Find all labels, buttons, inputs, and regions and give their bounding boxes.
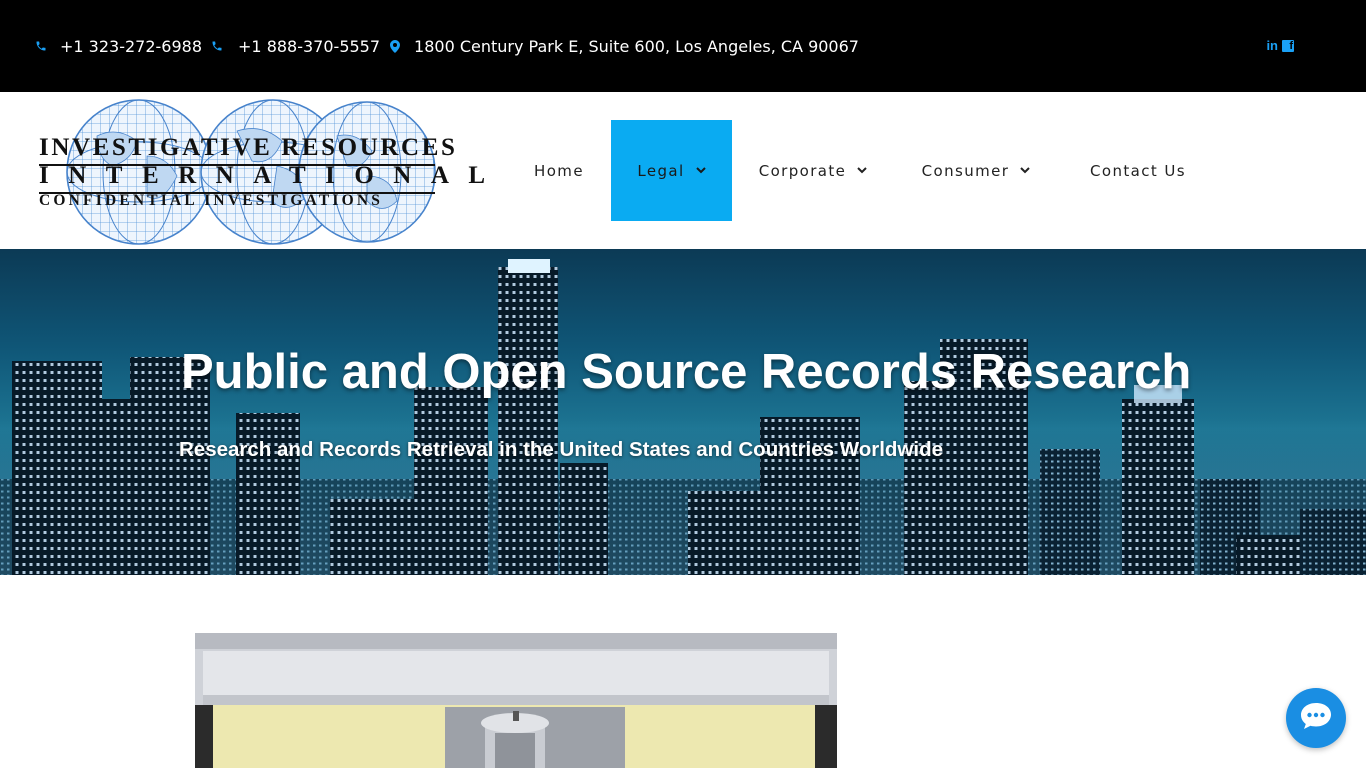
site-logo[interactable]: Investigative Resources International Co… [37, 96, 485, 246]
phone-icon [34, 40, 48, 52]
phone-primary[interactable]: +1 323-272-6988 [34, 37, 202, 56]
chevron-down-icon [695, 167, 706, 174]
main-navigation: Home Legal Corporate Consumer Contact Us [512, 120, 1212, 221]
social-links: in f [1266, 39, 1294, 53]
logo-line-2: International [39, 162, 505, 189]
hero-banner: Public and Open Source Records Research … [0, 249, 1366, 575]
map-marker-icon [388, 39, 402, 53]
page-title: Public and Open Source Records Research [181, 345, 1192, 399]
nav-item-home[interactable]: Home [512, 120, 606, 221]
chat-bubble-icon [1299, 701, 1333, 736]
logo-line-1: Investigative Resources [39, 134, 458, 161]
facebook-icon[interactable]: f [1282, 40, 1294, 52]
phone-tollfree-text: +1 888-370-5557 [238, 36, 381, 56]
chevron-down-icon [857, 167, 868, 174]
nav-item-contact-us[interactable]: Contact Us [1064, 120, 1212, 221]
logo-line-3: Confidential Investigations [39, 192, 384, 209]
phone-primary-text: +1 323-272-6988 [60, 36, 203, 56]
linkedin-icon[interactable]: in [1266, 39, 1278, 53]
address-text: 1800 Century Park E, Suite 600, Los Ange… [414, 36, 859, 56]
nav-item-consumer[interactable]: Consumer [894, 120, 1058, 221]
nav-item-label: Corporate [758, 161, 847, 180]
phone-tollfree[interactable]: +1 888-370-5557 [210, 37, 380, 56]
site-header: Investigative Resources International Co… [0, 92, 1366, 249]
city-skyline-background [0, 259, 1366, 575]
nav-item-label: Consumer [921, 161, 1010, 180]
nav-item-legal[interactable]: Legal [611, 120, 732, 221]
phone-icon [210, 40, 224, 52]
nav-item-label: Home [534, 161, 584, 180]
nav-item-label: Contact Us [1090, 161, 1186, 180]
nav-item-label: Legal [637, 161, 685, 180]
office-address[interactable]: 1800 Century Park E, Suite 600, Los Ange… [388, 37, 859, 56]
page-subtitle: Research and Records Retrieval in the Un… [179, 438, 943, 461]
microfilm-reader-illustration [195, 633, 837, 768]
top-contact-bar: +1 323-272-6988 +1 888-370-5557 1800 Cen… [0, 0, 1366, 92]
live-chat-button[interactable] [1286, 688, 1346, 748]
records-research-image [195, 633, 837, 768]
nav-item-corporate[interactable]: Corporate [732, 120, 894, 221]
chevron-down-icon [1020, 167, 1031, 174]
